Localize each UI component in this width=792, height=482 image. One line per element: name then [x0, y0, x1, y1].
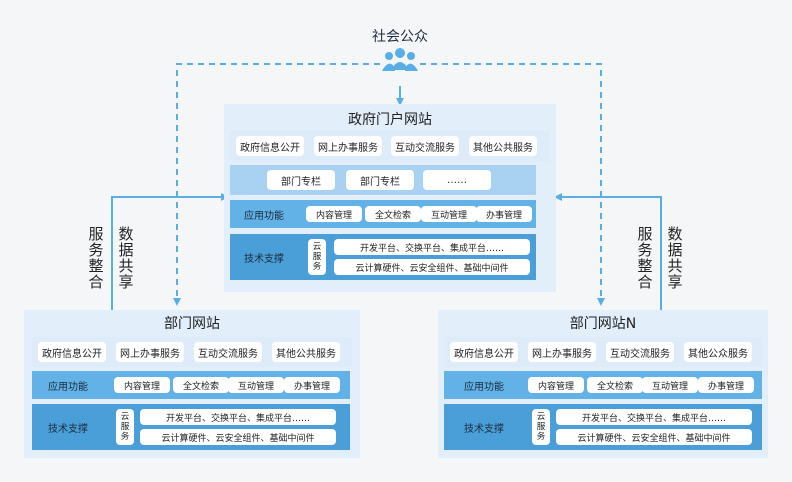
app-item[interactable]: 互动管理: [421, 206, 477, 222]
app-item[interactable]: 全文检索: [365, 206, 421, 222]
dept-column-item[interactable]: 部门专栏: [267, 170, 335, 190]
cloud-service-badge: 云服务: [116, 409, 134, 445]
dept-right-app-row: 应用功能 内容管理 全文检索 互动管理 办事管理: [444, 371, 762, 399]
dept-column-item[interactable]: 部门专栏: [346, 170, 414, 190]
dept-right-tech-row: 技术支撑 云服务 开发平台、交换平台、集成平台…… 云计算硬件、云安全组件、基础…: [444, 404, 762, 450]
portal-app-row: 应用功能 内容管理 全文检索 互动管理 办事管理: [230, 200, 536, 228]
dept-right-panel: 部门网站N 政府信息公开 网上办事服务 互动交流服务 其他公众服务 应用功能 内…: [438, 310, 768, 458]
app-item[interactable]: 互动管理: [228, 377, 284, 393]
app-item[interactable]: 内容管理: [114, 377, 170, 393]
portal-service-item[interactable]: 互动交流服务: [391, 136, 459, 156]
app-item[interactable]: 内容管理: [306, 206, 362, 222]
dept-left-title: 部门网站: [164, 316, 220, 332]
dept-left-services-row: 政府信息公开 网上办事服务 互动交流服务 其他公共服务: [32, 337, 352, 367]
service-item[interactable]: 互动交流服务: [606, 342, 674, 362]
portal-title: 政府门户网站: [348, 112, 432, 128]
service-item[interactable]: 互动交流服务: [194, 342, 262, 362]
app-item[interactable]: 互动管理: [642, 377, 698, 393]
app-item[interactable]: 内容管理: [528, 377, 584, 393]
portal-service-item[interactable]: 网上办事服务: [314, 136, 382, 156]
right-service-integration-label: 服务整合: [637, 225, 653, 291]
cloud-service-badge: 云服务: [308, 239, 326, 275]
tech-item[interactable]: 开发平台、交换平台、集成平台……: [140, 409, 336, 425]
service-item[interactable]: 政府信息公开: [38, 342, 106, 362]
app-label: 应用功能: [244, 210, 284, 222]
tech-item[interactable]: 云计算硬件、云安全组件、基础中间件: [334, 259, 530, 275]
app-label: 应用功能: [464, 381, 504, 393]
service-item[interactable]: 其他公众服务: [684, 342, 752, 362]
dept-left-app-row: 应用功能 内容管理 全文检索 互动管理 办事管理: [32, 371, 350, 399]
service-item[interactable]: 其他公共服务: [272, 342, 340, 362]
app-item[interactable]: 全文检索: [173, 377, 229, 393]
portal-service-item[interactable]: 政府信息公开: [236, 136, 304, 156]
portal-tech-row: 技术支撑 云服务 开发平台、交换平台、集成平台…… 云计算硬件、云安全组件、基础…: [230, 234, 536, 280]
app-item[interactable]: 办事管理: [284, 377, 340, 393]
app-label: 应用功能: [48, 381, 88, 393]
tech-item[interactable]: 开发平台、交换平台、集成平台……: [334, 239, 530, 255]
dept-right-services-row: 政府信息公开 网上办事服务 互动交流服务 其他公众服务: [444, 337, 762, 367]
dept-right-title: 部门网站N: [569, 316, 637, 332]
left-data-sharing-label: 数据共享: [118, 225, 134, 291]
tech-item[interactable]: 云计算硬件、云安全组件、基础中间件: [140, 429, 336, 445]
tech-item[interactable]: 开发平台、交换平台、集成平台……: [556, 409, 752, 425]
cloud-service-badge: 云服务: [532, 409, 550, 445]
portal-columns-row: 部门专栏 部门专栏 ……: [230, 165, 536, 195]
app-item[interactable]: 办事管理: [698, 377, 754, 393]
tech-label: 技术支撑: [464, 423, 504, 435]
tech-label: 技术支撑: [244, 253, 284, 265]
people-icon: [382, 48, 418, 71]
left-service-integration-label: 服务整合: [88, 225, 104, 291]
service-item[interactable]: 网上办事服务: [528, 342, 596, 362]
portal-service-item[interactable]: 其他公共服务: [469, 136, 537, 156]
tech-label: 技术支撑: [48, 423, 88, 435]
portal-panel: 政府门户网站 政府信息公开 网上办事服务 互动交流服务 其他公共服务 部门专栏 …: [224, 104, 556, 292]
tech-item[interactable]: 云计算硬件、云安全组件、基础中间件: [556, 429, 752, 445]
service-item[interactable]: 政府信息公开: [450, 342, 518, 362]
app-item[interactable]: 办事管理: [476, 206, 532, 222]
dept-column-item[interactable]: ……: [423, 170, 491, 190]
dept-left-panel: 部门网站 政府信息公开 网上办事服务 互动交流服务 其他公共服务 应用功能 内容…: [24, 310, 360, 458]
right-data-sharing-label: 数据共享: [667, 225, 683, 291]
public-label: 社会公众: [372, 29, 428, 45]
portal-services-row: 政府信息公开 网上办事服务 互动交流服务 其他公共服务: [230, 131, 550, 161]
service-item[interactable]: 网上办事服务: [116, 342, 184, 362]
app-item[interactable]: 全文检索: [587, 377, 643, 393]
dept-left-tech-row: 技术支撑 云服务 开发平台、交换平台、集成平台…… 云计算硬件、云安全组件、基础…: [32, 404, 350, 450]
